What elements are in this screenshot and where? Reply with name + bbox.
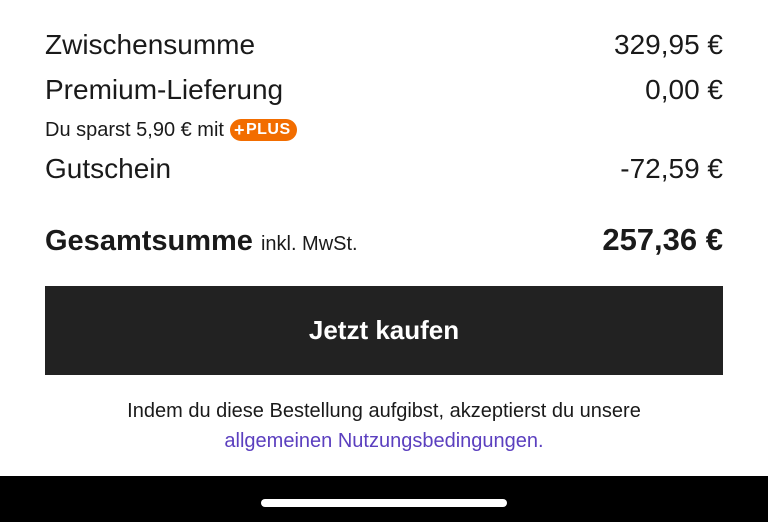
total-label-group: Gesamtsumme inkl. MwSt. <box>45 225 358 258</box>
delivery-value: 0,00 € <box>645 74 723 105</box>
plus-badge-label: PLUS <box>245 121 291 138</box>
voucher-row: Gutschein -72,59 € <box>45 152 723 186</box>
voucher-value: -72,59 € <box>620 153 723 184</box>
subtotal-value: 329,95 € <box>614 29 723 60</box>
plus-badge: + PLUS <box>229 119 297 141</box>
buy-now-button[interactable]: Jetzt kaufen <box>45 286 723 375</box>
saving-text: Du sparst 5,90 € mit <box>45 119 224 141</box>
delivery-row: Premium-Lieferung 0,00 € <box>45 73 723 107</box>
total-label: Gesamtsumme <box>45 225 253 257</box>
subtotal-row: Zwischensumme 329,95 € <box>45 28 723 62</box>
plus-sign-icon: + <box>233 120 245 140</box>
system-navigation-bar <box>0 476 768 522</box>
home-indicator[interactable] <box>261 499 507 507</box>
subtotal-label: Zwischensumme <box>45 29 256 60</box>
voucher-label: Gutschein <box>45 153 172 184</box>
total-tax-note: inkl. MwSt. <box>260 233 358 255</box>
total-row: Gesamtsumme inkl. MwSt. 257,36 € <box>45 222 723 258</box>
terms-link[interactable]: allgemeinen Nutzungsbedingungen. <box>224 430 543 452</box>
plus-saving-note: Du sparst 5,90 € mit + PLUS <box>45 116 297 144</box>
delivery-label: Premium-Lieferung <box>45 74 284 105</box>
terms-text: Indem du diese Bestellung aufgibst, akze… <box>127 400 641 422</box>
terms-notice: Indem du diese Bestellung aufgibst, akze… <box>0 396 768 456</box>
total-value: 257,36 € <box>602 222 723 257</box>
